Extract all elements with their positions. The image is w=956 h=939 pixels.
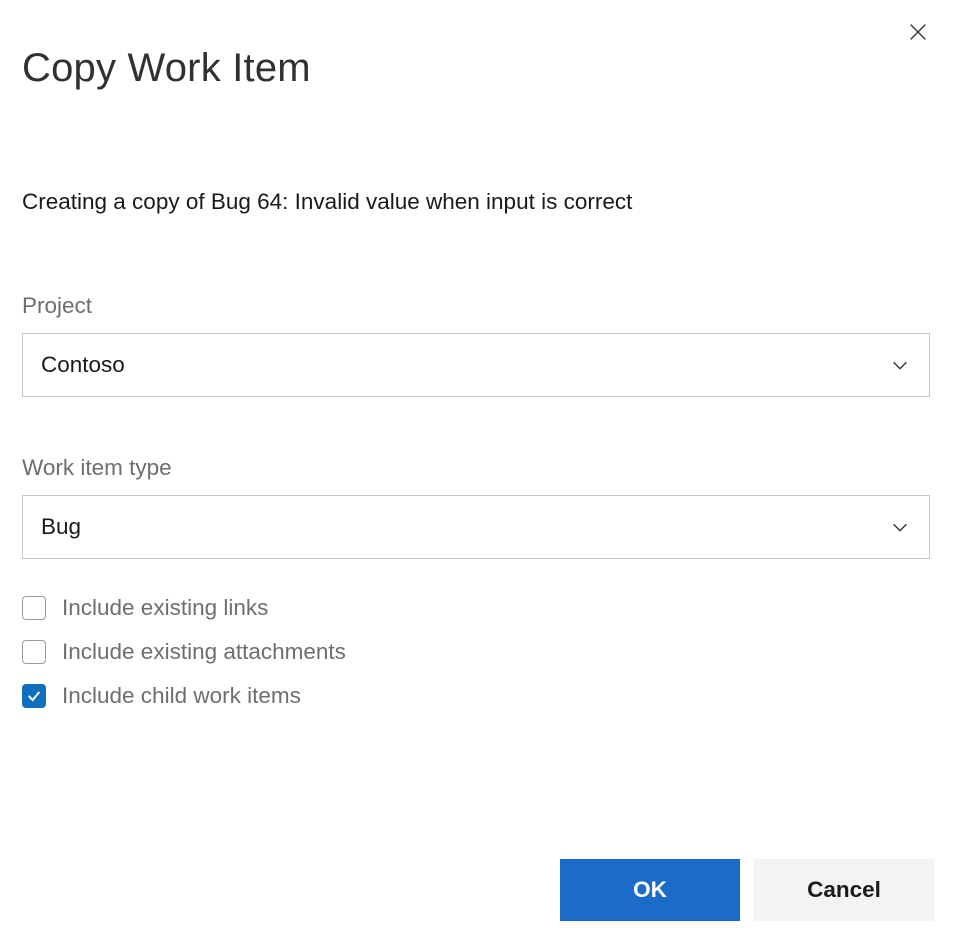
close-button[interactable] [902, 18, 934, 50]
chevron-down-icon [889, 516, 911, 538]
work-item-type-label: Work item type [22, 455, 934, 481]
include-child-items-checkbox-row[interactable]: Include child work items [22, 683, 934, 709]
include-attachments-checkbox [22, 640, 46, 664]
dialog-title: Copy Work Item [22, 46, 934, 91]
include-child-items-checkbox [22, 684, 46, 708]
ok-button[interactable]: OK [560, 859, 740, 921]
include-attachments-checkbox-row[interactable]: Include existing attachments [22, 639, 934, 665]
dialog-buttons: OK Cancel [560, 859, 934, 921]
include-links-checkbox [22, 596, 46, 620]
cancel-button[interactable]: Cancel [754, 859, 934, 921]
project-field-group: Project Contoso [22, 293, 934, 397]
include-links-label: Include existing links [62, 595, 268, 621]
work-item-type-field-group: Work item type Bug [22, 455, 934, 559]
checkmark-icon [26, 688, 42, 704]
checkbox-options: Include existing links Include existing … [22, 595, 934, 709]
project-dropdown-value: Contoso [41, 352, 125, 378]
include-links-checkbox-row[interactable]: Include existing links [22, 595, 934, 621]
close-icon [907, 21, 929, 48]
dialog-description: Creating a copy of Bug 64: Invalid value… [22, 189, 934, 215]
include-child-items-label: Include child work items [62, 683, 301, 709]
project-dropdown[interactable]: Contoso [22, 333, 930, 397]
chevron-down-icon [889, 354, 911, 376]
project-label: Project [22, 293, 934, 319]
work-item-type-dropdown-value: Bug [41, 514, 81, 540]
work-item-type-dropdown[interactable]: Bug [22, 495, 930, 559]
include-attachments-label: Include existing attachments [62, 639, 346, 665]
